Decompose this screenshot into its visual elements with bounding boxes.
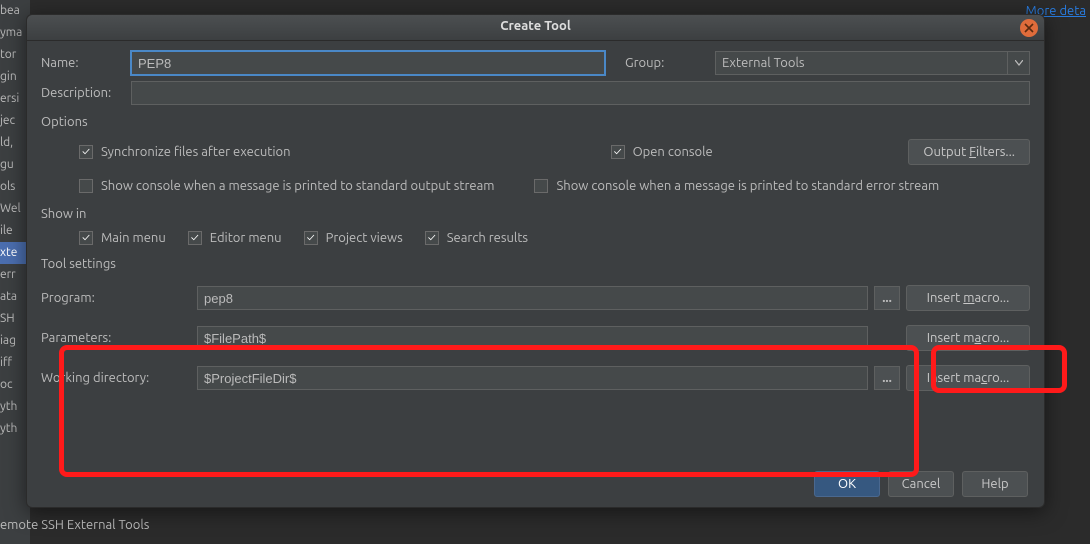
dialog-titlebar: Create Tool xyxy=(27,15,1044,41)
close-icon[interactable] xyxy=(1020,19,1038,37)
group-label: Group: xyxy=(625,56,715,70)
program-label: Program: xyxy=(41,291,197,305)
name-label: Name: xyxy=(41,56,131,70)
working-directory-label: Working directory: xyxy=(41,371,197,385)
project-views-label: Project views xyxy=(326,231,403,245)
show-console-stderr-checkbox[interactable]: Show console when a message is printed t… xyxy=(534,179,939,193)
description-input[interactable] xyxy=(131,81,1030,105)
checkbox-icon xyxy=(304,231,318,245)
background-sidebar-label: emote SSH External Tools xyxy=(0,518,149,532)
editor-menu-checkbox[interactable]: Editor menu xyxy=(188,231,282,245)
group-select-value: External Tools xyxy=(722,56,805,70)
ok-button[interactable]: OK xyxy=(814,471,880,497)
parameters-insert-macro-button[interactable]: Insert macro... xyxy=(906,325,1030,351)
main-menu-label: Main menu xyxy=(101,231,166,245)
checkbox-icon xyxy=(188,231,202,245)
options-header: Options xyxy=(41,115,1030,129)
main-menu-checkbox[interactable]: Main menu xyxy=(79,231,166,245)
project-views-checkbox[interactable]: Project views xyxy=(304,231,403,245)
dialog-title: Create Tool xyxy=(27,19,1044,33)
tool-settings-header: Tool settings xyxy=(41,257,1030,271)
cancel-button[interactable]: Cancel xyxy=(888,471,954,497)
group-select[interactable]: External Tools xyxy=(715,51,1030,75)
show-console-stderr-label: Show console when a message is printed t… xyxy=(556,179,939,193)
parameters-input[interactable] xyxy=(197,326,868,350)
program-insert-macro-button[interactable]: Insert macro... xyxy=(906,285,1030,311)
workdir-insert-macro-button[interactable]: Insert macro... xyxy=(906,365,1030,391)
chevron-down-icon[interactable] xyxy=(1007,52,1029,74)
working-directory-browse-button[interactable]: ... xyxy=(874,366,900,390)
sync-files-checkbox[interactable]: Synchronize files after execution xyxy=(79,145,291,159)
working-directory-input[interactable] xyxy=(197,366,868,390)
open-console-label: Open console xyxy=(633,145,713,159)
output-filters-button[interactable]: Output Filters... xyxy=(908,139,1030,165)
program-input[interactable] xyxy=(197,286,868,310)
checkbox-icon xyxy=(534,179,548,193)
parameters-label: Parameters: xyxy=(41,331,197,345)
description-label: Description: xyxy=(41,86,131,100)
checkbox-icon xyxy=(79,179,93,193)
checkbox-icon xyxy=(611,145,625,159)
search-results-label: Search results xyxy=(447,231,528,245)
program-browse-button[interactable]: ... xyxy=(874,286,900,310)
showin-header: Show in xyxy=(41,207,1030,221)
name-input[interactable] xyxy=(131,51,605,75)
show-console-stdout-checkbox[interactable]: Show console when a message is printed t… xyxy=(79,179,494,193)
create-tool-dialog: Create Tool Name: Group: External Tools … xyxy=(26,14,1045,508)
checkbox-icon xyxy=(79,231,93,245)
checkbox-icon xyxy=(79,145,93,159)
help-button[interactable]: Help xyxy=(962,471,1028,497)
editor-menu-label: Editor menu xyxy=(210,231,282,245)
checkbox-icon xyxy=(425,231,439,245)
sync-files-label: Synchronize files after execution xyxy=(101,145,291,159)
open-console-checkbox[interactable]: Open console xyxy=(611,145,713,159)
search-results-checkbox[interactable]: Search results xyxy=(425,231,528,245)
show-console-stdout-label: Show console when a message is printed t… xyxy=(101,179,494,193)
